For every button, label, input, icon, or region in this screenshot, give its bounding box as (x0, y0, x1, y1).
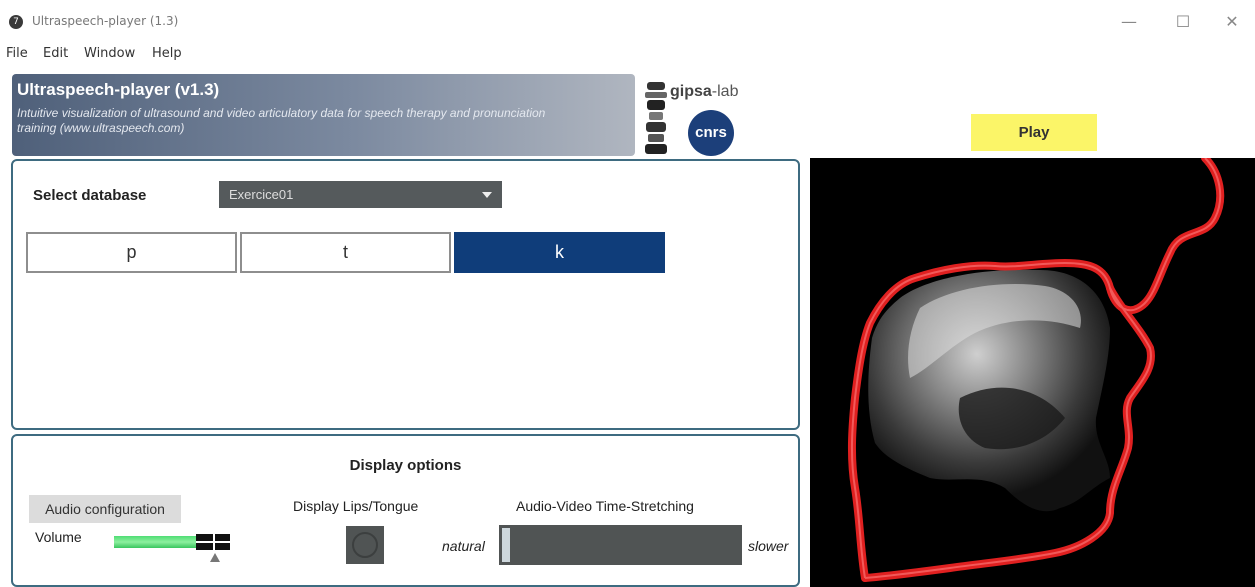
window-title: Ultraspeech-player (1.3) (32, 14, 179, 28)
time-stretching-handle[interactable] (502, 528, 510, 562)
ultrasound-view (810, 158, 1255, 587)
chevron-down-icon (482, 192, 492, 198)
toggle-circle-icon (352, 532, 378, 558)
close-button[interactable]: ✕ (1209, 8, 1255, 36)
display-lips-tongue-label: Display Lips/Tongue (293, 498, 419, 514)
menu-help[interactable]: Help (152, 46, 182, 61)
audio-configuration-button[interactable]: Audio configuration (29, 495, 181, 523)
title-bar: 7 Ultraspeech-player (1.3) — ☐ ✕ (0, 0, 1255, 44)
database-dropdown[interactable]: Exercice01 (219, 181, 502, 208)
volume-slider-thumb[interactable] (210, 553, 220, 562)
slower-label: slower (748, 538, 789, 554)
ultrasound-image (847, 158, 1225, 582)
lips-tongue-toggle[interactable] (346, 526, 384, 564)
volume-meter-tick (213, 534, 215, 550)
app-title: Ultraspeech-player (v1.3) (17, 80, 220, 99)
natural-label: natural (442, 538, 485, 554)
cnrs-logo: cnrs (688, 110, 734, 156)
menu-window[interactable]: Window (84, 46, 135, 61)
database-selected-value: Exercice01 (229, 187, 294, 202)
phoneme-button-k[interactable]: k (454, 232, 665, 273)
time-stretching-label: Audio-Video Time-Stretching (516, 498, 694, 514)
maximize-button[interactable]: ☐ (1160, 8, 1206, 36)
database-panel: Select database Exercice01 p t k (11, 159, 800, 430)
menu-edit[interactable]: Edit (43, 46, 68, 61)
app-subtitle: Intuitive visualization of ultrasound an… (17, 106, 546, 135)
lab-logo-icon (645, 82, 667, 154)
gipsa-lab-logo: gipsa-lab (670, 83, 739, 100)
phoneme-button-p[interactable]: p (26, 232, 237, 273)
play-button[interactable]: Play (971, 114, 1097, 151)
volume-level-fill (114, 536, 196, 548)
volume-meter[interactable] (114, 534, 230, 550)
volume-label: Volume (35, 529, 82, 545)
menu-file[interactable]: File (6, 46, 28, 61)
select-database-label: Select database (33, 187, 147, 204)
phoneme-button-t[interactable]: t (240, 232, 451, 273)
minimize-button[interactable]: — (1106, 8, 1152, 36)
app-icon: 7 (9, 15, 23, 29)
header-banner: Ultraspeech-player (v1.3) Intuitive visu… (12, 74, 635, 156)
time-stretching-slider[interactable] (499, 525, 742, 565)
menu-bar: File Edit Window Help (0, 44, 1255, 64)
display-options-panel: Display options Audio configuration Volu… (11, 434, 800, 587)
display-options-title: Display options (349, 457, 462, 474)
